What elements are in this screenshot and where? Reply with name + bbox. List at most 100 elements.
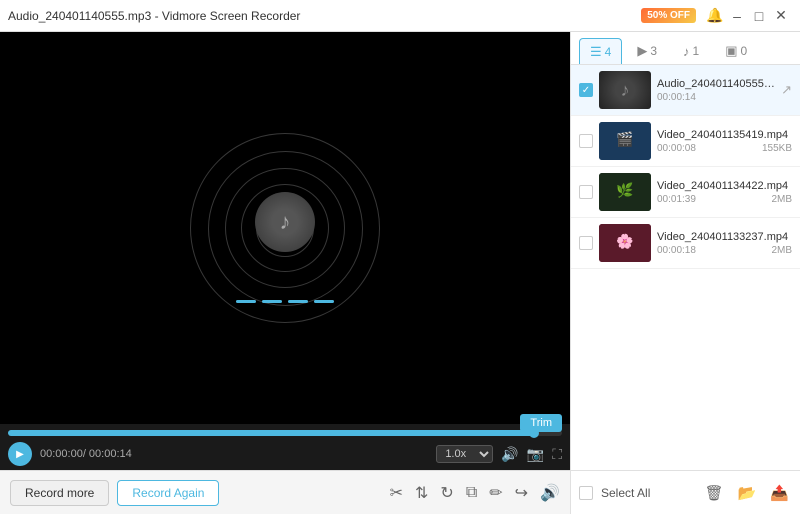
file-size-2: 2MB (771, 194, 792, 205)
list-item[interactable]: ✓ ♪ Audio_240401140555.mp3 00:00:14 ↗ (571, 65, 800, 116)
action-bar-right: ✂ ⇅ ↻ ⧉ ✏ ↪ 🔊 (390, 483, 560, 503)
music-note-icon: ♪ (280, 209, 291, 235)
progress-bar[interactable] (8, 430, 562, 436)
file-duration-0: 00:00:14 (657, 92, 696, 103)
cut-icon[interactable]: ✂ (390, 483, 403, 503)
record-again-button[interactable]: Record Again (117, 480, 219, 506)
time-display: 00:00:00/ 00:00:14 (40, 448, 428, 460)
tabs-bar: ☰ 4 ▶ 3 ♪ 1 ▣ 0 (571, 32, 800, 65)
close-button[interactable]: ✕ (770, 5, 792, 27)
player-panel: ♪ Trim ▶ 00: (0, 32, 570, 514)
volume-icon[interactable]: 🔊 (501, 446, 518, 463)
svg-text:🌸: 🌸 (616, 233, 633, 250)
file-thumb-1: 🎬 (599, 122, 651, 160)
rotate-icon[interactable]: ↻ (440, 483, 453, 503)
audio-thumb-icon: ♪ (621, 80, 630, 101)
music-visual: ♪ (185, 128, 385, 328)
file-meta-1: 00:00:08 155KB (657, 143, 792, 154)
list-item[interactable]: 🎬 Video_240401135419.mp4 00:00:08 155KB (571, 116, 800, 167)
share-icon-0[interactable]: ↗ (781, 82, 792, 98)
screenshot-icon[interactable]: 📷 (527, 446, 544, 463)
delete-button[interactable]: 🗑 (702, 481, 727, 505)
bell-icon[interactable]: 🔔 (704, 5, 726, 27)
file-checkbox-0[interactable]: ✓ (579, 83, 593, 97)
promo-badge: 50% OFF (641, 8, 696, 23)
file-checkbox-1[interactable] (579, 134, 593, 148)
main-container: ♪ Trim ▶ 00: (0, 32, 800, 514)
file-name-3: Video_240401133237.mp4 (657, 231, 792, 243)
right-panel: ☰ 4 ▶ 3 ♪ 1 ▣ 0 ✓ ♪ (570, 32, 800, 514)
file-checkbox-2[interactable] (579, 185, 593, 199)
record-more-button[interactable]: Record more (10, 480, 109, 506)
tab-all-count: 4 (605, 45, 612, 59)
window-title: Audio_240401140555.mp3 - Vidmore Screen … (8, 9, 641, 23)
audio-tool-icon[interactable]: 🔊 (540, 483, 560, 503)
file-thumb-2: 🌿 (599, 173, 651, 211)
file-checkbox-3[interactable] (579, 236, 593, 250)
tab-audio-count: 1 (693, 44, 700, 58)
maximize-button[interactable]: □ (748, 5, 770, 27)
edit-icon[interactable]: ✏ (489, 483, 502, 503)
file-meta-2: 00:01:39 2MB (657, 194, 792, 205)
action-bar: Record more Record Again ✂ ⇅ ↻ ⧉ ✏ ↪ 🔊 (0, 470, 570, 514)
export-button[interactable]: 📤 (767, 481, 792, 505)
file-name-1: Video_240401135419.mp4 (657, 129, 792, 141)
video-tab-icon: ▶ (637, 43, 647, 59)
file-name-2: Video_240401134422.mp4 (657, 180, 792, 192)
progress-fill (8, 430, 534, 436)
minimize-button[interactable]: – (726, 5, 748, 27)
file-duration-3: 00:00:18 (657, 245, 696, 256)
dash-4 (314, 300, 334, 303)
tab-all[interactable]: ☰ 4 (579, 38, 622, 64)
file-thumb-audio: ♪ (599, 71, 651, 109)
file-info-2: Video_240401134422.mp4 00:01:39 2MB (657, 180, 792, 205)
dash-2 (262, 300, 282, 303)
tab-audio[interactable]: ♪ 1 (672, 38, 710, 64)
title-bar: Audio_240401140555.mp3 - Vidmore Screen … (0, 0, 800, 32)
file-thumb-3: 🌸 (599, 224, 651, 262)
play-button[interactable]: ▶ (8, 442, 32, 466)
audio-dashes (236, 300, 334, 303)
select-all-label: Select All (601, 486, 694, 500)
thumb-svg-3: 🌸 (599, 224, 651, 262)
list-icon: ☰ (590, 44, 602, 60)
audio-tab-icon: ♪ (683, 44, 690, 59)
fullscreen-icon[interactable]: ⛶ (552, 446, 562, 463)
share-tool-icon[interactable]: ↪ (515, 483, 528, 503)
file-meta-3: 00:00:18 2MB (657, 245, 792, 256)
dash-1 (236, 300, 256, 303)
list-item[interactable]: 🌸 Video_240401133237.mp4 00:00:18 2MB (571, 218, 800, 269)
file-size-3: 2MB (771, 245, 792, 256)
image-tab-icon: ▣ (725, 43, 737, 59)
file-name-0: Audio_240401140555.mp3 (657, 78, 775, 90)
player-controls: Trim ▶ 00:00:00/ 00:00:14 0.5x 0.75x 1.0… (0, 424, 570, 470)
tab-video[interactable]: ▶ 3 (626, 38, 668, 64)
thumb-svg-2: 🌿 (599, 173, 651, 211)
right-panel-bottom: Select All 🗑 📂 📤 (571, 470, 800, 514)
video-area: ♪ (0, 32, 570, 424)
file-duration-1: 00:00:08 (657, 143, 696, 154)
file-duration-2: 00:01:39 (657, 194, 696, 205)
file-info-1: Video_240401135419.mp4 00:00:08 155KB (657, 129, 792, 154)
dash-3 (288, 300, 308, 303)
file-info-3: Video_240401133237.mp4 00:00:18 2MB (657, 231, 792, 256)
adjust-icon[interactable]: ⇅ (415, 483, 428, 503)
trim-button[interactable]: Trim (520, 414, 562, 432)
select-all-checkbox[interactable] (579, 486, 593, 500)
speed-select[interactable]: 0.5x 0.75x 1.0x 1.25x 1.5x 2.0x (436, 445, 493, 463)
file-list: ✓ ♪ Audio_240401140555.mp3 00:00:14 ↗ (571, 65, 800, 470)
open-folder-button[interactable]: 📂 (735, 481, 760, 505)
controls-row: ▶ 00:00:00/ 00:00:14 0.5x 0.75x 1.0x 1.2… (8, 442, 562, 466)
tab-video-count: 3 (650, 44, 657, 58)
svg-text:🌿: 🌿 (616, 182, 633, 199)
file-size-1: 155KB (762, 143, 792, 154)
copy-icon[interactable]: ⧉ (466, 484, 477, 502)
album-art: ♪ (255, 192, 315, 252)
list-item[interactable]: 🌿 Video_240401134422.mp4 00:01:39 2MB (571, 167, 800, 218)
file-meta-0: 00:00:14 (657, 92, 775, 103)
file-info-0: Audio_240401140555.mp3 00:00:14 (657, 78, 775, 103)
thumb-svg-1: 🎬 (599, 122, 651, 160)
tab-image[interactable]: ▣ 0 (714, 38, 758, 64)
tab-image-count: 0 (741, 44, 748, 58)
svg-text:🎬: 🎬 (616, 131, 633, 148)
